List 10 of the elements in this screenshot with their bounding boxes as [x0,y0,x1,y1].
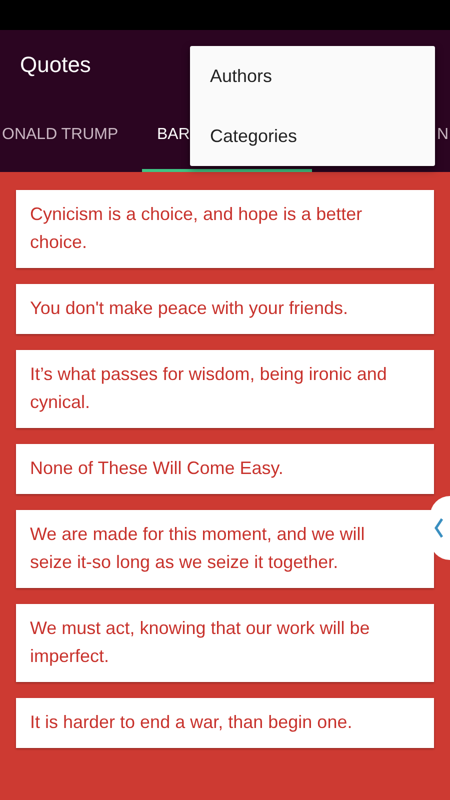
quote-card[interactable]: It’s what passes for wisdom, being ironic and cynical. [16,350,434,428]
quote-card[interactable]: We must act, knowing that our work will be imperfect. [16,604,434,682]
quote-card[interactable]: Cynicism is a choice, and hope is a better choice. [16,190,434,268]
quote-card[interactable]: You don't make peace with your friends. [16,284,434,334]
tab[interactable]: ONALD TRUMP [2,100,142,172]
quote-card[interactable]: We are made for this moment, and we will seize it-so long as we seize it together. [16,510,434,588]
chevron-left-icon [434,517,444,539]
app-title: Quotes [20,52,91,78]
quote-card[interactable]: It is harder to end a war, than begin one. [16,698,434,748]
quote-card[interactable]: None of These Will Come Easy. [16,444,434,494]
